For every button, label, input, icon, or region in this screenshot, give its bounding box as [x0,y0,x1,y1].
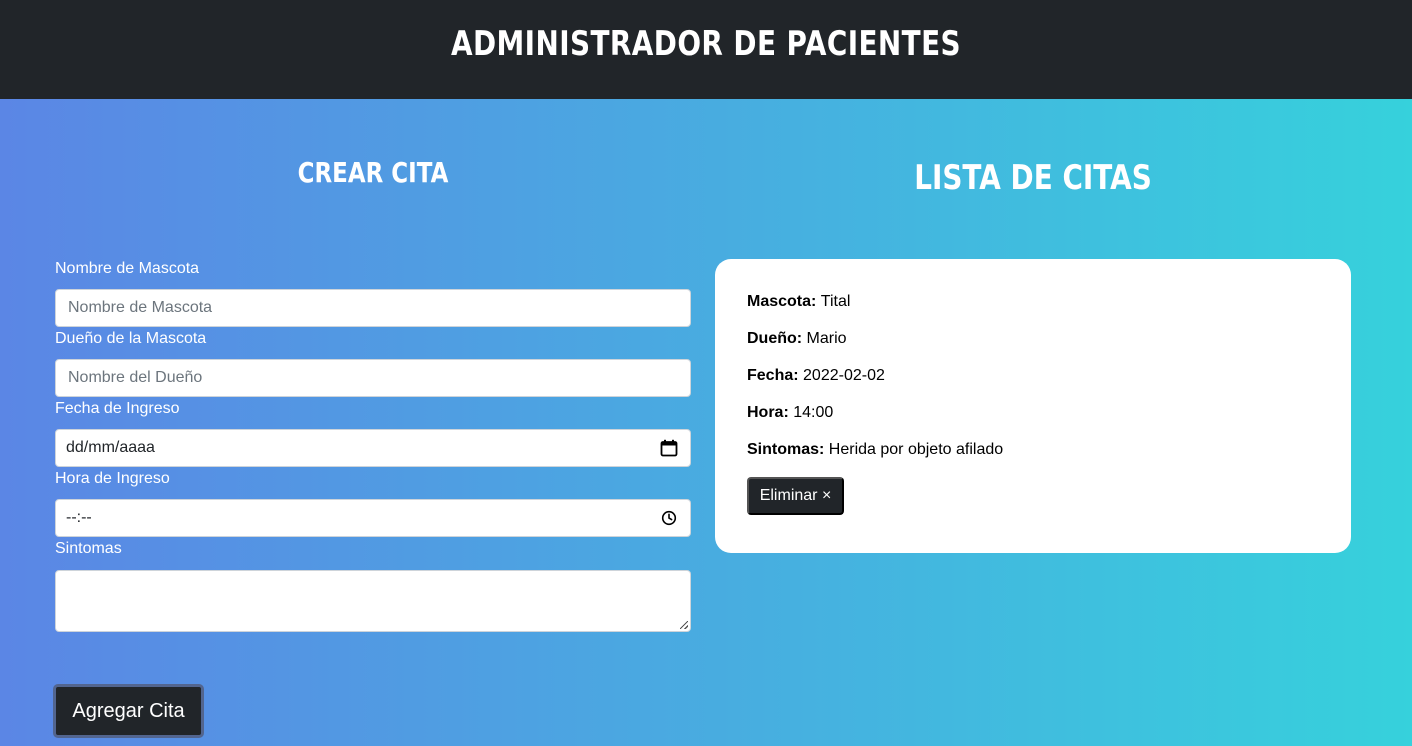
app-header: Administrador de Pacientes [0,0,1412,99]
form-title: Crear cita [297,156,449,189]
clock-icon[interactable] [660,509,678,527]
time-label: Hora de Ingreso [55,470,170,487]
appointment-card: Mascota: Tital Dueño: Mario Fecha: 2022-… [715,259,1351,553]
card-time-row: Hora: 14:00 [747,402,1319,439]
owner-name-label: Dueño de la Mascota [55,330,207,347]
date-input[interactable]: dd/mm/aaaa [55,429,691,467]
delete-appointment-button[interactable]: Eliminar × [747,477,844,515]
date-value: dd/mm/aaaa [66,439,155,456]
card-date-label: Fecha: [747,367,804,384]
card-pet-label: Mascota: [747,293,821,310]
app-title: Administrador de Pacientes [450,23,962,64]
calendar-icon[interactable] [660,439,678,457]
pet-name-label: Nombre de Mascota [55,260,200,277]
card-date-value: 2022-02-02 [803,367,885,384]
owner-name-field-wrap [55,359,691,397]
appointment-form: Nombre de Mascota Dueño de la Mascota Fe… [55,258,691,632]
pet-name-input[interactable] [68,290,678,326]
symptoms-label: Sintomas [55,540,122,557]
date-label: Fecha de Ingreso [55,400,180,417]
card-symptoms-label: Sintomas: [747,441,829,458]
symptoms-textarea[interactable] [55,570,691,632]
owner-name-input[interactable] [68,360,678,396]
card-symptoms-value: Herida por objeto afilado [828,441,1004,458]
time-input[interactable]: --:-- [55,499,691,537]
pet-name-field-wrap [55,289,691,327]
card-pet-value: Tital [820,293,851,310]
card-time-value: 14:00 [793,404,834,421]
add-appointment-button[interactable]: Agregar Cita [53,684,204,738]
card-owner-label: Dueño: [747,330,807,347]
card-owner-value: Mario [806,330,847,347]
card-pet-row: Mascota: Tital [747,291,1319,328]
card-time-label: Hora: [747,404,794,421]
card-symptoms-row: Sintomas: Herida por objeto afilado [747,439,1319,476]
resize-grip-icon[interactable] [680,621,688,629]
time-value: --:-- [66,509,92,526]
card-date-row: Fecha: 2022-02-02 [747,365,1319,402]
list-title: Lista de citas [914,158,1152,198]
card-owner-row: Dueño: Mario [747,328,1319,365]
